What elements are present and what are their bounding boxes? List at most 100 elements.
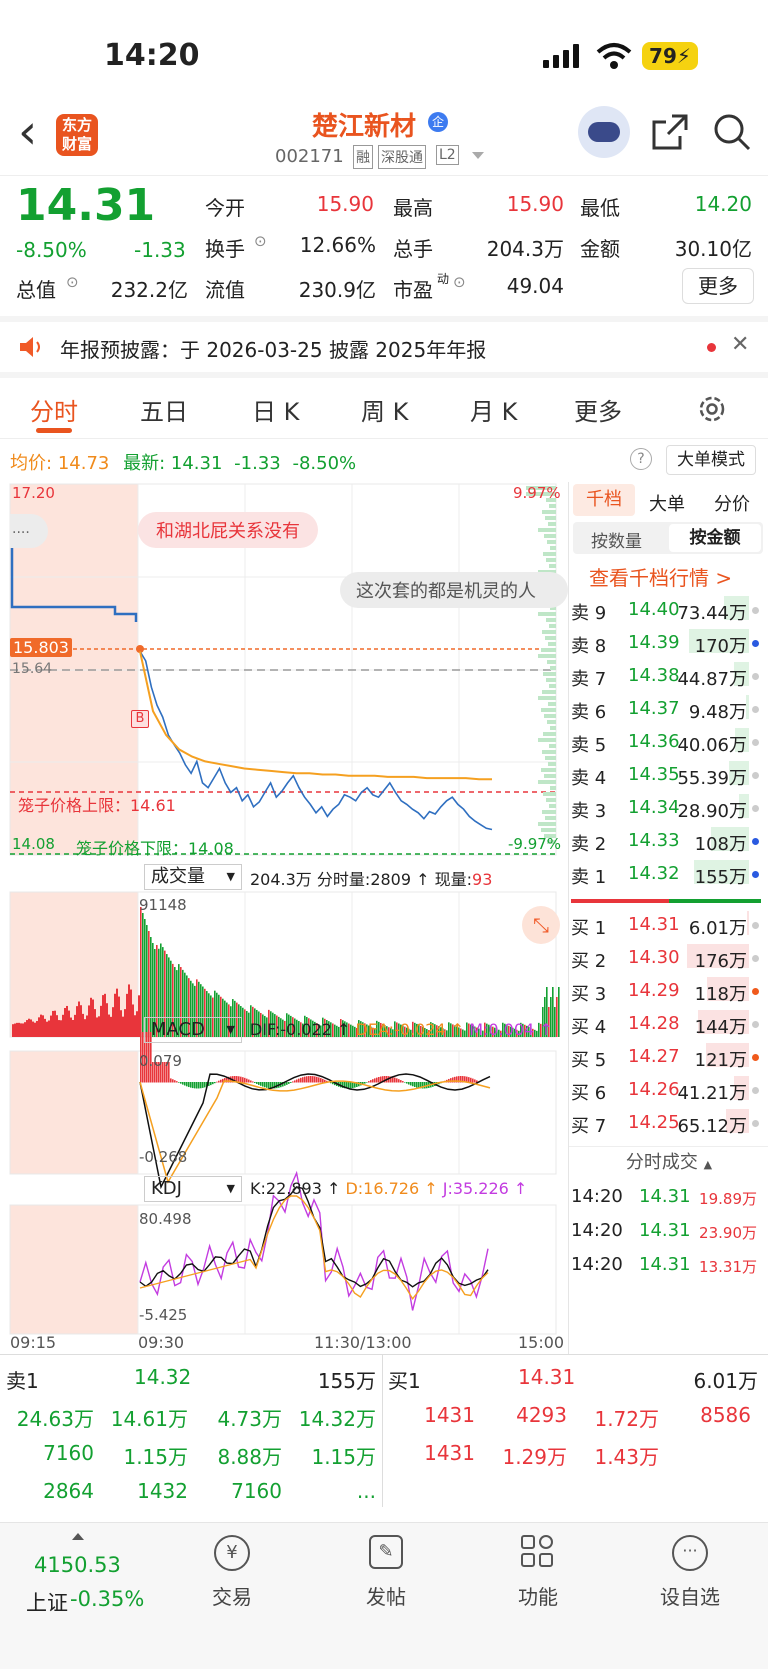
info-icon[interactable]: ⊙: [66, 273, 79, 291]
tab-monthly-k[interactable]: 月 K: [470, 392, 517, 427]
sell-level-row[interactable]: 卖 1 14.32 155万: [569, 859, 761, 892]
x-axis-label: 09:30: [138, 1333, 185, 1352]
robot-avatar[interactable]: [578, 106, 630, 158]
info-icon[interactable]: ⊙: [453, 273, 466, 291]
enterprise-badge: 企: [428, 112, 448, 132]
buy-level-row[interactable]: 买 1 14.31 6.01万: [569, 910, 761, 943]
volume-bar: [242, 1007, 244, 1037]
buy-level-row[interactable]: 买 4 14.28 144万: [569, 1009, 761, 1042]
nav-watchlist[interactable]: ··· 设自选: [648, 1535, 732, 1625]
share-icon[interactable]: [650, 112, 690, 152]
sell-level-row[interactable]: 卖 7 14.38 44.87万: [569, 661, 761, 694]
sell-level-row[interactable]: 卖 2 14.33 108万: [569, 826, 761, 859]
buy-level-row[interactable]: 买 5 14.27 121万: [569, 1042, 761, 1075]
notice-bar[interactable]: 年报预披露：于 2026-03-25 披露 2025年年报 ✕: [0, 322, 768, 372]
tab-daily-k[interactable]: 日 K: [252, 392, 299, 427]
settings-icon[interactable]: [697, 394, 727, 424]
nav-trade[interactable]: ¥ 交易: [192, 1535, 272, 1625]
intraday-chart[interactable]: [0, 482, 568, 1354]
sell-level-row[interactable]: 卖 9 14.40 73.44万: [569, 595, 761, 628]
depth-bar: [548, 522, 556, 526]
info-icon[interactable]: ⊙: [254, 232, 267, 250]
ob-level-link[interactable]: 查看千档行情 >: [589, 562, 732, 591]
robot-face: [588, 122, 620, 142]
tab-more[interactable]: 更多: [574, 392, 622, 427]
nav-post[interactable]: ✎ 发帖: [346, 1535, 426, 1625]
macd-bar: [186, 1082, 188, 1087]
volume-selector[interactable]: 成交量 ▼: [144, 864, 242, 890]
yen-cycle-icon: ¥: [214, 1535, 250, 1571]
latest-label: 最新:: [123, 453, 166, 474]
comment-bubble[interactable]: ....: [10, 514, 48, 548]
search-icon[interactable]: [712, 112, 752, 152]
field-mktcap-value: 232.2亿: [110, 278, 188, 302]
index-widget[interactable]: 4150.53 上证 -0.35%: [10, 1531, 160, 1621]
sell-level-row[interactable]: 卖 3 14.34 28.90万: [569, 793, 761, 826]
volume-axis-max: 91148: [139, 896, 187, 914]
depth-bar: [541, 768, 556, 772]
macd-dif: DIF:-0.022: [250, 1020, 332, 1039]
ob-tab-level[interactable]: 千档: [573, 484, 635, 516]
sell-level-row[interactable]: 卖 5 14.36 40.06万: [569, 727, 761, 760]
field-volume-label: 总手: [393, 237, 433, 261]
level-label: 卖 4: [571, 768, 607, 789]
ticks-header[interactable]: 分时成交 ▲: [569, 1146, 768, 1180]
buy-level-row[interactable]: 买 2 14.30 176万: [569, 943, 761, 976]
macd-bar: [470, 1077, 472, 1083]
ob-sub-quantity[interactable]: 按数量: [591, 527, 642, 552]
ob-sub-amount[interactable]: 按金额: [669, 524, 761, 552]
app-logo[interactable]: 东方财富: [56, 114, 98, 156]
bb-sell-cell: 7160: [43, 1441, 94, 1465]
tab-weekly-k[interactable]: 周 K: [361, 392, 408, 427]
macd-bar: [312, 1076, 314, 1083]
chart-tabs: 分时 五日 日 K 周 K 月 K 更多: [0, 378, 768, 438]
help-icon[interactable]: ?: [630, 448, 652, 470]
macd-bar: [300, 1077, 302, 1083]
buy-level-row[interactable]: 买 6 14.26 41.21万: [569, 1075, 761, 1108]
back-icon[interactable]: ‹: [18, 108, 37, 156]
sell-level-row[interactable]: 卖 6 14.37 9.48万: [569, 694, 761, 727]
avg-info-row: 均价: 14.73 最新: 14.31 -1.33 -8.50%: [10, 449, 356, 477]
tag-hk-connect: 深股通: [378, 145, 426, 169]
ob-tab-price[interactable]: 分价: [714, 490, 750, 516]
tick-time: 14:20: [571, 1186, 623, 1207]
level-label: 卖 9: [571, 603, 607, 624]
macd-bar: [370, 1080, 372, 1083]
field-open-value: 15.90: [316, 192, 374, 216]
nav-function[interactable]: 功能: [498, 1535, 578, 1625]
status-time: 14:20: [104, 38, 200, 73]
macd-selector[interactable]: MACD ▼: [144, 1017, 242, 1043]
buy-level-row[interactable]: 买 7 14.25 65.12万: [569, 1108, 761, 1141]
chevron-down-icon[interactable]: [472, 152, 484, 159]
kdj-selector[interactable]: KDJ ▼: [144, 1176, 242, 1202]
comment-bubble[interactable]: 这次套的都是机灵的人: [340, 572, 568, 608]
ob-tab-big[interactable]: 大单: [649, 490, 685, 516]
level-price: 14.27: [628, 1046, 680, 1067]
tab-five-day[interactable]: 五日: [140, 392, 188, 427]
status-dot: [752, 988, 759, 995]
buy-level-row[interactable]: 买 814.2438.31万: [569, 1141, 761, 1142]
expand-icon[interactable]: ⤡: [522, 906, 560, 944]
change-percent: -8.50%: [16, 238, 87, 262]
buy-level-row[interactable]: 买 3 14.29 118万: [569, 976, 761, 1009]
sell-level-row[interactable]: 卖 4 14.35 55.39万: [569, 760, 761, 793]
level-amount: 41.21万: [677, 1083, 747, 1104]
depth-bar: [545, 516, 556, 520]
status-dot: [752, 772, 759, 779]
tick-row: 14:20 14.31 23.90万: [569, 1216, 761, 1249]
more-button[interactable]: 更多: [682, 268, 754, 304]
depth-bar: [543, 732, 556, 736]
buy-marker: B: [131, 710, 149, 728]
tab-intraday[interactable]: 分时: [30, 392, 78, 427]
level-price: 14.39: [628, 632, 680, 653]
big-order-mode-button[interactable]: 大单模式: [666, 445, 756, 475]
comment-bubble[interactable]: 和湖北屁关系没有: [138, 512, 318, 548]
x-axis-label: 09:15: [10, 1333, 57, 1352]
app-logo-text: 东方财富: [61, 116, 92, 153]
tag-rong: 融: [353, 145, 373, 169]
macd-bar: [472, 1078, 474, 1083]
close-icon[interactable]: ✕: [731, 332, 749, 357]
sell-level-row[interactable]: 卖 8 14.39 170万: [569, 628, 761, 661]
bb-buy-label: 买1: [388, 1369, 421, 1393]
macd-bar: [374, 1078, 376, 1083]
